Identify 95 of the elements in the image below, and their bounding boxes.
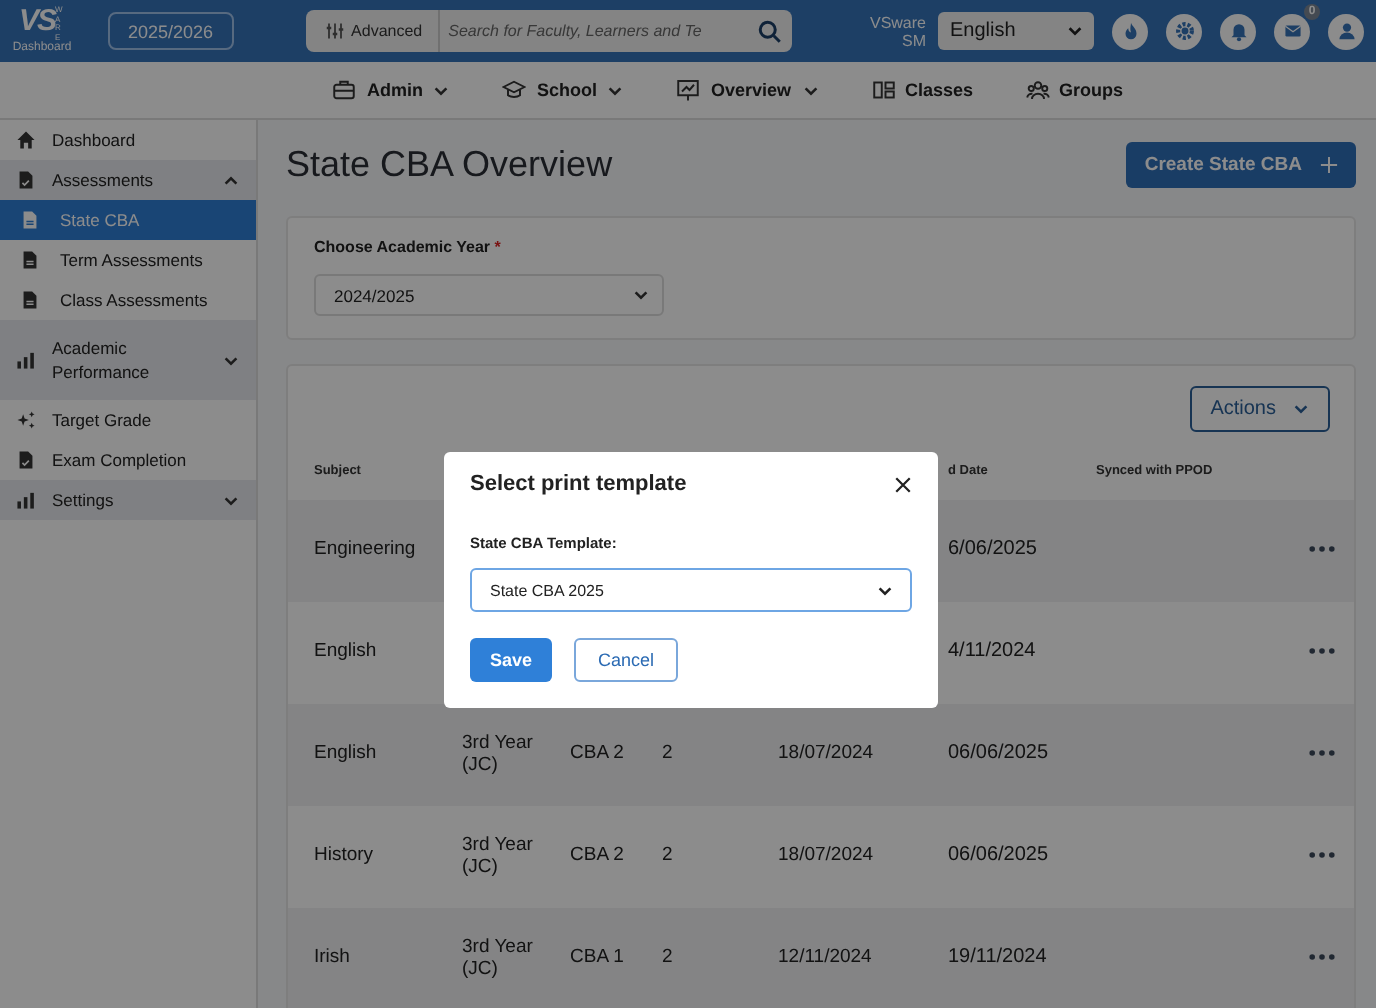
house-icon — [16, 130, 36, 150]
caret-icon — [1292, 400, 1310, 418]
caret-up-icon — [222, 171, 240, 189]
search-button[interactable] — [753, 10, 792, 52]
sidebar-item[interactable]: Assessments — [0, 160, 256, 200]
organisation-label: VSware — [869, 13, 926, 31]
people-icon — [1025, 78, 1050, 102]
page-title: State CBA Overview — [286, 144, 613, 186]
sidebar-item[interactable]: Exam Completion — [0, 440, 256, 480]
table-cell: English — [314, 642, 377, 664]
sidebar-item[interactable]: Class Assessments — [0, 280, 256, 320]
sidebar-item[interactable]: Target Grade — [0, 400, 256, 440]
save-button[interactable]: Save — [470, 638, 553, 682]
table-cell: 2 — [662, 948, 673, 970]
document-icon — [16, 450, 36, 470]
envelope-icon — [1281, 20, 1303, 42]
caret-icon — [801, 81, 819, 99]
logo-mark: VS — [18, 6, 55, 36]
caret-icon — [432, 81, 451, 99]
organisation-label: SM — [902, 31, 926, 49]
caret-icon — [632, 286, 650, 304]
table-cell-text: 3rd Year (JC) — [462, 836, 535, 878]
table-cell: 12/11/2024 — [778, 948, 872, 970]
document-icon — [20, 250, 40, 270]
table-cell-text: 3rd Year (JC) — [462, 734, 535, 776]
nav-menu-item[interactable]: Classes — [871, 78, 974, 102]
table-cell: 19/11/2024 — [948, 948, 1047, 970]
bar-chart-icon — [16, 350, 36, 370]
year-button[interactable]: 2025/2026 — [108, 12, 234, 50]
table-cell: CBA 2 — [570, 744, 624, 766]
document-icon — [20, 210, 40, 230]
mail-button[interactable] — [1274, 13, 1310, 49]
plus-icon — [1320, 156, 1338, 174]
caret-icon — [876, 581, 894, 599]
sparkle-icon — [16, 410, 36, 430]
table-cell: Irish — [314, 948, 350, 970]
table-cell: 06/06/2025 — [948, 744, 1049, 766]
advanced-button[interactable]: Advanced — [305, 10, 441, 52]
template-select[interactable]: State CBA 2025 — [470, 568, 912, 612]
table-cell: 6/06/2025 — [948, 540, 1037, 562]
more-options-icon[interactable] — [1308, 544, 1336, 555]
sliders-icon — [325, 22, 344, 40]
sidebar-item[interactable]: State CBA — [0, 200, 256, 240]
search-field[interactable]: Search for Faculty, Learners and Te — [440, 10, 754, 52]
close-icon[interactable] — [894, 475, 912, 493]
language-select[interactable]: English — [938, 12, 1094, 50]
user-button[interactable] — [1328, 13, 1364, 49]
table-cell: English — [314, 744, 377, 766]
table-cell: CBA 1 — [570, 948, 624, 970]
create-button[interactable]: Create State CBA — [1126, 142, 1356, 188]
more-options-icon[interactable] — [1308, 850, 1336, 861]
field-label: Choose Academic Year * — [314, 238, 503, 256]
document-icon — [20, 290, 40, 310]
table-cell-text: 3rd Year (JC) — [462, 938, 535, 980]
sidebar-item[interactable]: Settings — [0, 480, 256, 520]
nav-menu-item[interactable]: Admin — [332, 78, 451, 102]
more-options-icon[interactable] — [1308, 952, 1336, 963]
nav-menu-item[interactable]: Groups — [1025, 78, 1124, 102]
classes-icon — [871, 78, 895, 102]
caret-icon — [606, 81, 625, 99]
caret-down-icon — [222, 491, 240, 509]
table-cell: 18/07/2024 — [778, 846, 874, 868]
settings-button[interactable] — [1166, 13, 1202, 49]
table-cell: Engineering — [314, 540, 416, 562]
table-cell: CBA 2 — [570, 846, 624, 868]
user-avatar-icon — [1335, 20, 1357, 42]
table-cell: 2 — [662, 744, 673, 766]
settings-icon — [1173, 20, 1195, 42]
dialog-title: Select print template — [470, 472, 687, 496]
table-cell: History — [314, 846, 374, 868]
sidebar-item[interactable]: Term Assessments — [0, 240, 256, 280]
more-options-icon[interactable] — [1308, 748, 1336, 759]
table-cell: 18/07/2024 — [778, 744, 874, 766]
nav-menu-item[interactable]: School — [502, 78, 625, 102]
notifications-button[interactable] — [1220, 13, 1256, 49]
table-cell: 06/06/2025 — [948, 846, 1049, 868]
bell-icon — [1227, 20, 1249, 42]
cancel-button[interactable]: Cancel — [574, 638, 679, 682]
flame-button[interactable] — [1112, 13, 1148, 49]
graduation-cap-icon — [502, 78, 527, 102]
academic-year-select[interactable]: 2024/2025 — [314, 274, 664, 316]
document-icon — [16, 170, 36, 190]
sidebar-item[interactable]: Dashboard — [0, 120, 256, 160]
caret-down-icon — [222, 351, 240, 369]
caret-icon — [1066, 22, 1084, 40]
more-options-icon[interactable] — [1308, 646, 1336, 657]
chart-board-icon — [676, 78, 701, 102]
actions-button[interactable]: Actions — [1190, 386, 1330, 432]
briefcase-icon — [332, 78, 357, 102]
search-icon — [757, 19, 782, 43]
sidebar-item[interactable]: Academic Performance — [0, 320, 256, 400]
table-cell: 2 — [662, 846, 673, 868]
bar-chart-icon — [16, 490, 36, 510]
table-cell: 4/11/2024 — [948, 642, 1036, 664]
nav-menu-item[interactable]: Overview — [676, 78, 819, 102]
